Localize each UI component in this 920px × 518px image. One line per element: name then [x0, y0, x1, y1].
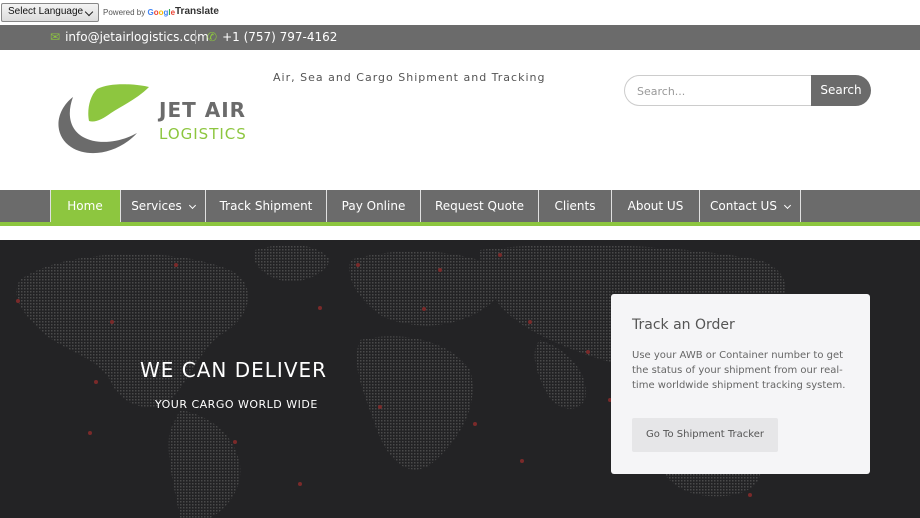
nav-label: Home	[67, 199, 103, 213]
logo-swoosh-icon	[58, 84, 149, 154]
nav-item-about-us[interactable]: About US	[612, 190, 700, 222]
track-card-description: Use your AWB or Container number to get …	[632, 350, 846, 391]
nav-accent-line	[0, 222, 920, 226]
nav-item-home[interactable]: Home	[50, 190, 121, 222]
hero-title: WE CAN DELIVER	[140, 358, 328, 382]
language-select[interactable]: Select Language	[1, 3, 99, 22]
nav-item-clients[interactable]: Clients	[539, 190, 612, 222]
google-translate-bar: Select Language Powered by Google Transl…	[0, 0, 920, 25]
nav-left-divider	[50, 190, 51, 222]
go-to-tracker-button[interactable]: Go To Shipment Tracker	[632, 418, 778, 452]
hero-subtitle: YOUR CARGO WORLD WIDE	[155, 398, 318, 411]
hero-banner: WE CAN DELIVER YOUR CARGO WORLD WIDE Tra…	[0, 240, 920, 518]
logo-text-secondary: LOGISTICS	[159, 125, 247, 143]
contact-email[interactable]: ✉ info@jetairlogistics.com	[50, 30, 209, 44]
nav-label: Pay Online	[341, 199, 406, 213]
envelope-icon: ✉	[50, 30, 61, 44]
nav-item-pay-online[interactable]: Pay Online	[327, 190, 421, 222]
nav-item-track-shipment[interactable]: Track Shipment	[206, 190, 327, 222]
phone-icon: ✆	[207, 30, 218, 44]
nav-item-contact-us[interactable]: Contact US	[700, 190, 801, 222]
nav-label: Clients	[554, 199, 596, 213]
chevron-down-icon	[84, 7, 94, 17]
main-nav: Home Services Track Shipment Pay Online …	[0, 190, 920, 222]
nav-label: Contact US	[710, 199, 777, 213]
chevron-down-icon	[783, 201, 791, 210]
contact-phone[interactable]: ✆ +1 (757) 797-4162	[207, 30, 337, 44]
nav-label: Services	[131, 199, 182, 213]
nav-label: Track Shipment	[219, 199, 313, 213]
language-select-label: Select Language	[8, 6, 84, 17]
powered-by-label: Powered by	[103, 8, 146, 17]
chevron-down-icon	[188, 201, 196, 210]
nav-label: Request Quote	[434, 199, 525, 213]
site-header: JET AIR LOGISTICS Air, Sea and Cargo Shi…	[0, 50, 920, 190]
search-button[interactable]: Search	[811, 75, 871, 106]
nav-item-request-quote[interactable]: Request Quote	[421, 190, 539, 222]
site-tagline: Air, Sea and Cargo Shipment and Tracking	[273, 71, 546, 84]
email-text: info@jetairlogistics.com	[65, 30, 209, 44]
google-logo-text: Google	[147, 8, 176, 17]
powered-by-text: Powered by Google	[103, 8, 175, 17]
search-input[interactable]: Search...	[624, 75, 812, 106]
nav-item-services[interactable]: Services	[121, 190, 206, 222]
search-placeholder: Search...	[637, 85, 686, 98]
phone-text: +1 (757) 797-4162	[222, 30, 338, 44]
translate-link[interactable]: Translate	[175, 6, 219, 17]
track-order-card: Track an Order Use your AWB or Container…	[611, 294, 870, 474]
track-card-title: Track an Order	[632, 317, 735, 333]
logo-text-primary: JET AIR	[159, 98, 247, 122]
contact-divider	[195, 30, 196, 44]
nav-label: About US	[627, 199, 684, 213]
contact-bar: ✉ info@jetairlogistics.com ✆ +1 (757) 797-…	[0, 25, 920, 50]
